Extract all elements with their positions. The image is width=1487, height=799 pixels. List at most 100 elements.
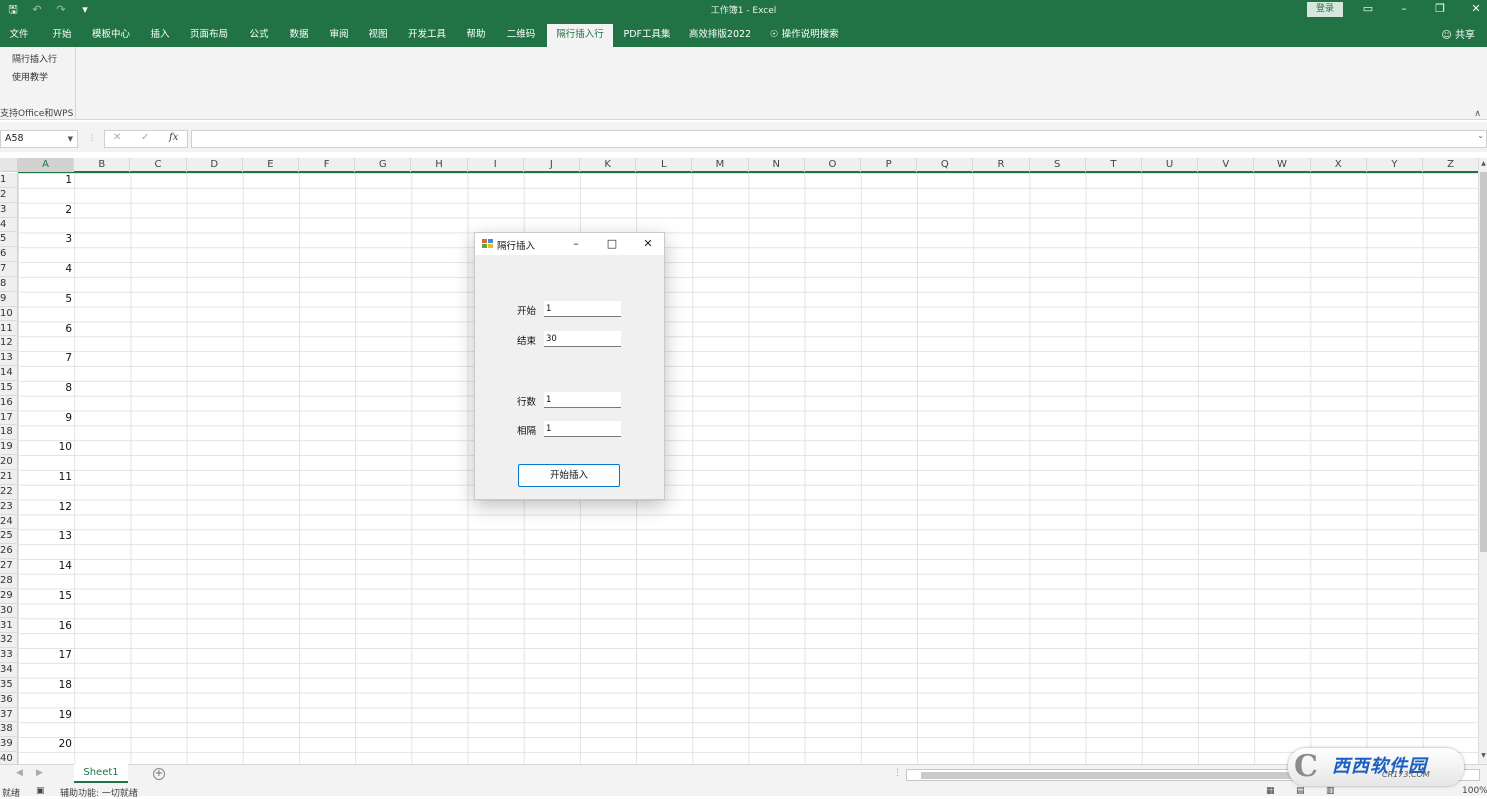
cell-value[interactable]: 16 (18, 619, 74, 634)
column-header[interactable]: L (636, 158, 693, 172)
row-header[interactable]: 22 (0, 485, 18, 500)
column-header[interactable]: A (18, 158, 75, 172)
row-header[interactable]: 12 (0, 336, 18, 352)
column-header[interactable]: D (187, 158, 243, 172)
column-header[interactable]: W (1254, 158, 1311, 172)
interlaced-insert-button[interactable]: 隔行插入行 (12, 52, 57, 65)
tab-page-layout[interactable]: 页面布局 (186, 25, 232, 47)
tab-help[interactable]: 帮助 (460, 25, 492, 47)
row-header[interactable]: 38 (0, 722, 18, 738)
row-header[interactable]: 40 (0, 752, 18, 764)
tab-template-center[interactable]: 模板中心 (88, 25, 134, 47)
normal-view-icon[interactable]: ▦ (1266, 786, 1275, 796)
macro-record-icon[interactable]: ▣ (36, 786, 45, 796)
start-input[interactable]: 1 (544, 301, 621, 317)
minimize-icon[interactable]: – (1394, 1, 1414, 17)
cells-area[interactable]: 1 2 3 4 5 6 7 8 9 10 11 12 13 14 15 16 17 18 19 20 (18, 173, 1478, 764)
column-header[interactable]: P (861, 158, 918, 172)
horizontal-scroll-thumb[interactable] (921, 772, 1321, 779)
column-header[interactable]: U (1142, 158, 1199, 172)
interval-input[interactable]: 1 (544, 421, 621, 437)
cell-value[interactable]: 2 (18, 203, 74, 218)
column-header[interactable]: S (1030, 158, 1086, 172)
prev-sheet-icon[interactable]: ◀ (16, 768, 23, 778)
enter-icon[interactable]: ✓ (141, 132, 149, 143)
row-header[interactable]: 31 (0, 619, 18, 634)
name-box[interactable]: A58 ▼ (0, 130, 78, 148)
cell-value[interactable]: 11 (18, 470, 74, 485)
cell-value[interactable]: 1 (18, 173, 74, 188)
expand-formula-bar-icon[interactable]: ⌄ (1477, 131, 1484, 140)
formula-input[interactable] (191, 130, 1487, 148)
zoom-level[interactable]: 100% (1462, 786, 1487, 796)
tab-review[interactable]: 审阅 (323, 25, 355, 47)
column-header[interactable]: H (411, 158, 468, 172)
cell-value[interactable]: 18 (18, 678, 74, 693)
cell-value[interactable]: 3 (18, 232, 74, 247)
row-header[interactable]: 18 (0, 425, 18, 441)
maximize-icon[interactable]: □ (604, 236, 620, 252)
page-break-view-icon[interactable]: ▥ (1326, 786, 1335, 796)
tutorial-button[interactable]: 使用教学 (12, 70, 48, 83)
column-header[interactable]: E (243, 158, 299, 172)
cell-value[interactable]: 19 (18, 708, 74, 723)
row-header[interactable]: 4 (0, 218, 18, 233)
row-header[interactable]: 28 (0, 574, 18, 589)
share-button[interactable]: ☺ 共享 (1441, 26, 1475, 41)
tab-view[interactable]: 视图 (362, 25, 394, 47)
column-header[interactable]: O (805, 158, 861, 172)
page-layout-view-icon[interactable]: ▤ (1296, 786, 1305, 796)
row-header[interactable]: 21 (0, 470, 18, 485)
column-header[interactable]: N (749, 158, 805, 172)
chevron-down-icon[interactable]: ▼ (68, 131, 73, 147)
close-icon[interactable]: ✕ (640, 236, 656, 252)
select-all-button[interactable] (0, 158, 18, 172)
cell-value[interactable]: 8 (18, 381, 74, 396)
row-header[interactable]: 3 (0, 203, 18, 218)
cancel-icon[interactable]: ✕ (113, 132, 121, 143)
end-input[interactable]: 30 (544, 331, 621, 347)
column-header[interactable]: I (468, 158, 524, 172)
cell-value[interactable]: 4 (18, 262, 74, 277)
start-insert-button[interactable]: 开始插入 (518, 464, 620, 487)
row-header[interactable]: 35 (0, 678, 18, 693)
row-header[interactable]: 32 (0, 633, 18, 649)
row-header[interactable]: 8 (0, 277, 18, 292)
insert-function-icon[interactable]: fx (169, 132, 178, 143)
column-header[interactable]: M (692, 158, 749, 172)
column-header[interactable]: C (130, 158, 187, 172)
row-header[interactable]: 36 (0, 693, 18, 708)
row-header[interactable]: 25 (0, 529, 18, 545)
column-header[interactable]: G (355, 158, 412, 172)
row-header[interactable]: 37 (0, 708, 18, 723)
cell-value[interactable]: 7 (18, 351, 74, 366)
row-header[interactable]: 5 (0, 232, 18, 248)
cell-value[interactable]: 5 (18, 292, 74, 307)
vertical-scroll-thumb[interactable] (1480, 172, 1487, 552)
cell-value[interactable]: 17 (18, 648, 74, 663)
row-header[interactable]: 11 (0, 322, 18, 337)
next-sheet-icon[interactable]: ▶ (36, 768, 43, 778)
row-header[interactable]: 13 (0, 351, 18, 367)
row-header[interactable]: 2 (0, 188, 18, 203)
column-header[interactable]: J (524, 158, 580, 172)
row-header[interactable]: 20 (0, 455, 18, 470)
scroll-down-icon[interactable]: ▼ (1479, 752, 1487, 762)
row-count-input[interactable]: 1 (544, 392, 621, 408)
row-header[interactable]: 7 (0, 262, 18, 277)
ribbon-display-options-icon[interactable]: ▭ (1358, 1, 1378, 17)
tab-insert[interactable]: 插入 (144, 25, 176, 47)
login-button[interactable]: 登录 (1307, 2, 1343, 17)
row-header[interactable]: 29 (0, 589, 18, 604)
row-header[interactable]: 24 (0, 515, 18, 530)
vertical-scrollbar[interactable]: ▲ ▼ (1478, 158, 1487, 764)
row-header[interactable]: 34 (0, 663, 18, 678)
collapse-ribbon-icon[interactable]: ∧ (1474, 109, 1481, 119)
tab-pdf-tools[interactable]: PDF工具集 (620, 25, 674, 47)
row-header[interactable]: 6 (0, 247, 18, 263)
column-header[interactable]: T (1086, 158, 1142, 172)
tab-qrcode[interactable]: 二维码 (502, 25, 540, 47)
cell-value[interactable]: 15 (18, 589, 74, 604)
column-header[interactable]: Q (917, 158, 974, 172)
column-header[interactable]: Z (1423, 158, 1478, 172)
